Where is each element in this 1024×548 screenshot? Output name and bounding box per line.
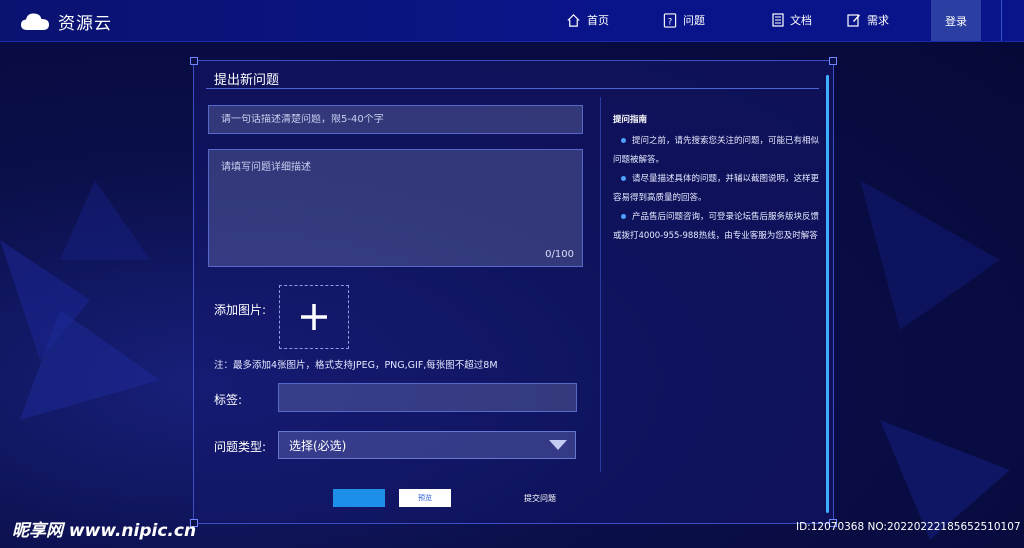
question-title-input[interactable] [221, 114, 570, 125]
title-divider [206, 88, 819, 89]
page-title: 提出新问题 [214, 73, 280, 88]
bullet-icon [621, 176, 626, 181]
nav-home-label: 首页 [587, 14, 609, 27]
watermark-logo: 昵享网 www.nipic.cn [12, 521, 197, 541]
nav-edge [1001, 0, 1024, 41]
add-image-label: 添加图片: [214, 303, 267, 317]
new-question-panel: 提出新问题 0/100 添加图片: 注：最多添加4张图片，格式支持JPEG，PN… [190, 57, 837, 527]
guide-item: 提问之前，请先搜索您关注的问题，可能已有相似问题被解答。 [613, 132, 819, 170]
scrollbar[interactable] [826, 75, 829, 513]
question-detail-field[interactable]: 0/100 [208, 149, 583, 267]
guide-item-text: 请尽量描述具体的问题，并辅以截图说明，这样更容易得到高质量的回答。 [613, 174, 820, 203]
nav-home[interactable]: 首页 [566, 12, 609, 28]
question-guide: 提问指南 提问之前，请先搜索您关注的问题，可能已有相似问题被解答。 请尽量描述具… [613, 111, 819, 246]
document-icon [772, 13, 784, 27]
guide-item-text: 提问之前，请先搜索您关注的问题，可能已有相似问题被解答。 [613, 136, 820, 165]
brand-logo[interactable]: 资源云 [20, 9, 112, 34]
question-type-select[interactable]: 选择(必选) [278, 431, 576, 459]
type-label: 问题类型: [214, 440, 267, 454]
column-divider [600, 97, 601, 472]
question-detail-input[interactable] [221, 158, 570, 248]
tag-field[interactable] [278, 383, 577, 412]
corner-marker [190, 57, 198, 65]
nav-questions-label: 问题 [683, 14, 705, 27]
cloud-icon [21, 12, 49, 30]
top-navigation: 资源云 首页 ? 问题 文档 需求 登录 [0, 0, 1024, 42]
tag-label: 标签: [214, 393, 243, 407]
edit-icon [847, 14, 860, 27]
preview-button[interactable]: 预览 [399, 489, 451, 507]
nav-questions[interactable]: ? 问题 [663, 12, 705, 28]
question-icon: ? [663, 12, 677, 28]
nav-docs-label: 文档 [790, 14, 812, 27]
question-title-field[interactable] [208, 105, 583, 134]
submit-question-button[interactable]: 提交问题 [524, 493, 556, 504]
image-format-note: 注：最多添加4张图片，格式支持JPEG，PNG,GIF,每张图不超过8M [214, 360, 498, 371]
nav-docs[interactable]: 文档 [772, 12, 812, 28]
confirm-button[interactable] [333, 489, 385, 507]
guide-item-text: 产品售后问题咨询，可登录论坛售后服务版块反馈或拨打4000-955-988热线，… [613, 212, 820, 241]
watermark-id: ID:12070368 NO:20220222185652510107 [796, 521, 1021, 533]
guide-item: 产品售后问题咨询，可登录论坛售后服务版块反馈或拨打4000-955-988热线，… [613, 208, 819, 246]
char-counter: 0/100 [545, 249, 574, 260]
bullet-icon [621, 214, 626, 219]
add-image-button[interactable] [279, 285, 349, 349]
nav-requirements-label: 需求 [867, 14, 889, 27]
guide-title: 提问指南 [613, 115, 648, 125]
guide-item: 请尽量描述具体的问题，并辅以截图说明，这样更容易得到高质量的回答。 [613, 170, 819, 208]
question-type-value: 选择(必选) [289, 438, 347, 453]
plus-icon [301, 304, 327, 330]
tag-input[interactable] [289, 391, 566, 402]
login-button[interactable]: 登录 [931, 0, 981, 41]
triangle-down-icon [549, 440, 567, 450]
brand-name: 资源云 [58, 14, 112, 34]
home-icon [567, 13, 580, 27]
bullet-icon [621, 138, 626, 143]
corner-marker [829, 57, 837, 65]
svg-text:?: ? [668, 16, 672, 26]
nav-requirements[interactable]: 需求 [847, 12, 889, 28]
